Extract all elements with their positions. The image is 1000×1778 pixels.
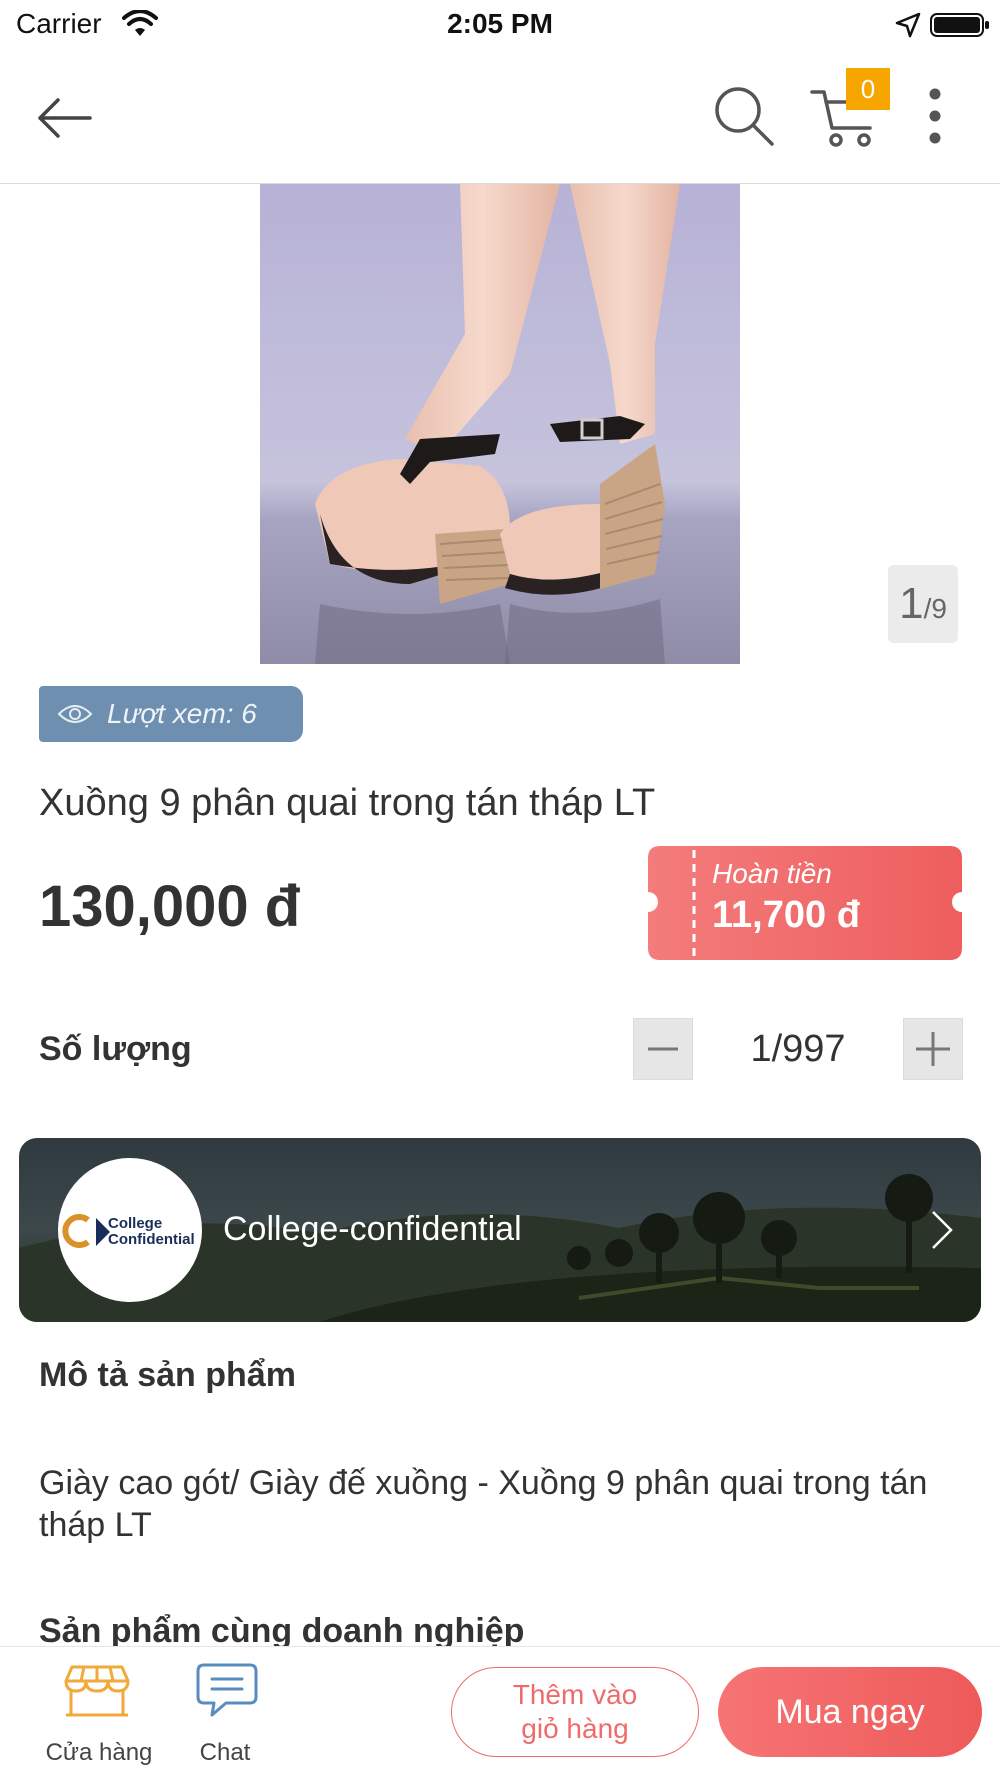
status-time: 2:05 PM <box>447 8 553 39</box>
plus-icon <box>916 1032 950 1066</box>
store-icon <box>64 1665 130 1717</box>
add-to-cart-label-line-2: giỏ hàng <box>521 1713 629 1744</box>
status-bar: Carrier 2:05 PM <box>0 0 1000 52</box>
cashback-label: Hoàn tiền <box>712 858 832 889</box>
quantity-increase-button[interactable] <box>903 1018 963 1080</box>
location-arrow-icon <box>895 12 921 38</box>
product-image[interactable] <box>260 184 740 664</box>
add-to-cart-label-line-1: Thêm vào <box>512 1679 638 1710</box>
shop-name: College-confidential <box>223 1210 522 1248</box>
search-button[interactable] <box>710 82 778 150</box>
description-title: Mô tả sản phẩm <box>39 1356 296 1394</box>
quantity-decrease-button[interactable] <box>633 1018 693 1080</box>
product-photo-illustration <box>260 184 740 664</box>
product-title: Xuồng 9 phân quai trong tán tháp LT <box>39 782 656 824</box>
more-vertical-icon <box>929 88 941 144</box>
chat-tab-label: Chat <box>199 1739 251 1766</box>
quantity-label: Số lượng <box>39 1030 192 1068</box>
image-total-count: 9 <box>931 593 947 624</box>
top-navigation-bar: 0 <box>0 52 1000 184</box>
quantity-value[interactable]: 1/997 <box>700 1028 896 1071</box>
chat-icon <box>196 1663 258 1717</box>
add-to-cart-button[interactable]: Thêm vào giỏ hàng <box>451 1667 699 1757</box>
image-page-indicator: 1/9 <box>888 565 958 643</box>
chevron-right-icon <box>932 1211 953 1249</box>
views-count-text: Lượt xem: 6 <box>107 698 257 729</box>
shop-logo-text: College Confidential <box>108 1216 195 1248</box>
shop-logo-line-2: Confidential <box>108 1231 195 1248</box>
description-text: Giày cao gót/ Giày đế xuồng - Xuồng 9 ph… <box>39 1464 928 1544</box>
bottom-action-bar: Cửa hàng Chat Thêm vào giỏ hàng Mua ngay <box>0 1646 1000 1778</box>
buy-now-button[interactable]: Mua ngay <box>718 1667 982 1757</box>
shop-logo-line-1: College <box>108 1215 163 1232</box>
arrow-left-icon <box>38 98 92 138</box>
views-badge: Lượt xem: 6 <box>39 686 303 742</box>
cart-count-badge: 0 <box>846 68 890 110</box>
more-options-button[interactable] <box>920 82 950 152</box>
minus-icon <box>648 1047 678 1051</box>
search-icon <box>715 87 774 146</box>
chat-tab[interactable]: Chat <box>180 1663 270 1766</box>
shop-logo: College Confidential <box>58 1158 202 1302</box>
eye-icon <box>57 705 93 723</box>
store-tab-label: Cửa hàng <box>45 1739 153 1766</box>
back-button[interactable] <box>30 86 100 150</box>
cashback-amount: 11,700 đ <box>712 894 860 936</box>
image-current-index: 1 <box>899 579 924 628</box>
product-price: 130,000 đ <box>39 874 301 939</box>
store-tab[interactable]: Cửa hàng <box>34 1663 164 1766</box>
shop-banner[interactable]: College Confidential College-confidentia… <box>19 1138 981 1322</box>
battery-icon <box>930 13 989 37</box>
